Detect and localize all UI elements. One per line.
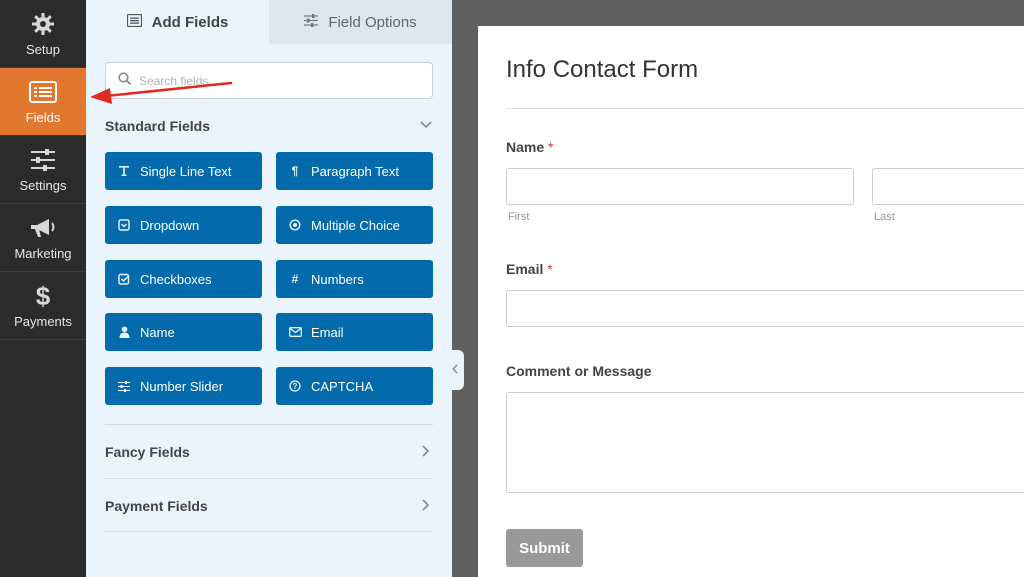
nav-fields-label: Fields — [25, 110, 61, 125]
field-button-numbers[interactable]: # Numbers — [276, 260, 433, 298]
field-button-single-line-text[interactable]: Single Line Text — [105, 152, 262, 190]
submit-button[interactable]: Submit — [506, 529, 583, 567]
comment-label: Comment or Message — [506, 363, 652, 379]
field-label: Single Line Text — [140, 163, 232, 179]
list-icon — [126, 13, 142, 31]
field-button-name[interactable]: Name — [105, 313, 262, 351]
svg-text:?: ? — [293, 382, 298, 391]
radio-icon — [288, 218, 302, 232]
email-input[interactable] — [506, 290, 1024, 327]
checkbox-icon — [117, 272, 131, 286]
nav-payments[interactable]: $ Payments — [0, 272, 86, 340]
nav-payments-label: Payments — [14, 314, 72, 329]
form-preview: Info Contact Form Name * First Last Emai… — [478, 26, 1024, 577]
dropdown-icon — [117, 218, 131, 232]
field-label: Checkboxes — [140, 271, 212, 287]
tab-field-options[interactable]: Field Options — [269, 0, 452, 44]
last-sublabel: Last — [874, 211, 895, 223]
tab-add-fields-label: Add Fields — [151, 13, 229, 31]
nav-setup-label: Setup — [26, 42, 60, 57]
field-button-dropdown[interactable]: Dropdown — [105, 206, 262, 244]
email-label-text: Email — [506, 261, 544, 277]
megaphone-icon — [28, 214, 58, 242]
field-button-paragraph-text[interactable]: ¶ Paragraph Text — [276, 152, 433, 190]
field-label: Name — [140, 324, 175, 340]
list-form-icon — [28, 78, 58, 106]
text-icon — [117, 164, 131, 178]
field-label: Paragraph Text — [311, 163, 399, 179]
comment-textarea[interactable] — [506, 392, 1024, 493]
field-label: Dropdown — [140, 217, 200, 233]
section-fancy-fields[interactable]: Fancy Fields — [105, 444, 190, 460]
required-mark: * — [548, 139, 554, 155]
annotation-arrow — [90, 81, 233, 104]
chevron-right-icon[interactable] — [419, 444, 433, 458]
sliders-icon — [28, 146, 58, 174]
tab-field-options-label: Field Options — [328, 13, 417, 31]
field-label: Email — [311, 324, 344, 340]
name-label-text: Name — [506, 139, 545, 155]
nav-settings[interactable]: Settings — [0, 136, 86, 204]
field-button-captcha[interactable]: ? CAPTCHA — [276, 367, 433, 405]
name-label: Name * — [506, 139, 553, 155]
form-title: Info Contact Form — [506, 56, 699, 83]
nav-settings-label: Settings — [19, 178, 67, 193]
field-label: Numbers — [311, 271, 364, 287]
last-name-input[interactable] — [872, 168, 1024, 205]
nav-marketing[interactable]: Marketing — [0, 204, 86, 272]
dollar-icon: $ — [35, 280, 51, 311]
sliders-icon — [304, 13, 319, 31]
section-standard-fields[interactable]: Standard Fields — [105, 118, 210, 134]
panel-tabs: Add Fields Field Options — [86, 0, 452, 44]
envelope-icon — [288, 325, 302, 339]
nav-fields[interactable]: Fields — [0, 68, 86, 136]
divider — [105, 478, 433, 479]
chevron-down-icon[interactable] — [419, 118, 433, 132]
tab-add-fields[interactable]: Add Fields — [86, 0, 269, 44]
email-label: Email * — [506, 261, 553, 277]
divider — [506, 108, 1024, 109]
field-button-checkboxes[interactable]: Checkboxes — [105, 260, 262, 298]
field-label: Multiple Choice — [311, 217, 400, 233]
chevron-right-icon[interactable] — [419, 498, 433, 512]
field-label: CAPTCHA — [311, 378, 374, 394]
collapse-panel-handle[interactable] — [446, 350, 464, 390]
first-sublabel: First — [508, 211, 530, 223]
nav-marketing-label: Marketing — [14, 246, 72, 261]
hash-icon: # — [291, 272, 299, 286]
field-button-number-slider[interactable]: Number Slider — [105, 367, 262, 405]
divider — [105, 531, 433, 532]
first-name-input[interactable] — [506, 168, 854, 205]
section-payment-fields[interactable]: Payment Fields — [105, 498, 208, 514]
required-mark: * — [547, 261, 553, 277]
sliders-icon — [117, 379, 131, 393]
field-button-email[interactable]: Email — [276, 313, 433, 351]
question-circle-icon: ? — [288, 379, 302, 393]
gear-icon — [28, 10, 58, 38]
nav-setup[interactable]: Setup — [0, 0, 86, 68]
paragraph-icon: ¶ — [291, 164, 299, 178]
user-icon — [117, 325, 131, 339]
field-label: Number Slider — [140, 378, 224, 394]
divider — [105, 424, 433, 425]
builder-nav: Setup Fields Settings Marketing $ Paymen… — [0, 0, 86, 577]
chevron-left-icon — [452, 361, 458, 379]
field-button-multiple-choice[interactable]: Multiple Choice — [276, 206, 433, 244]
